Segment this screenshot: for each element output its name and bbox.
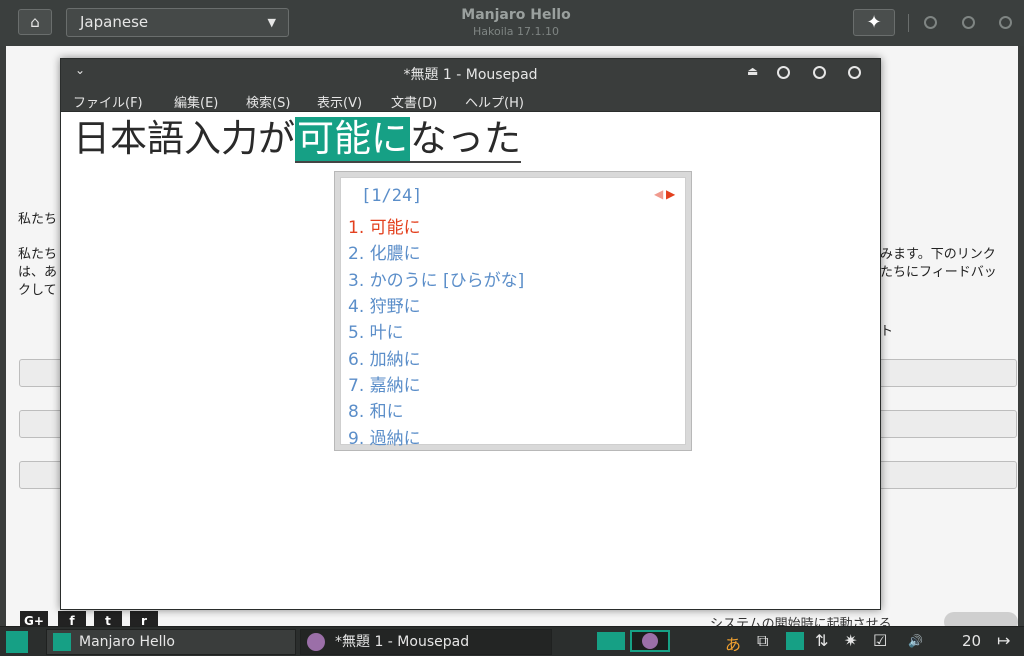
editor-line: 日本語入力が可能になった [73,117,521,163]
text-line: みます。下のリンク [880,247,996,262]
ime-candidate[interactable]: 9. 過納に [348,424,421,449]
maximize-button[interactable] [962,16,975,29]
titlebar-separator [908,14,909,32]
volume-icon[interactable]: 🔊 [908,634,923,648]
taskbar-item-mousepad[interactable]: *無題 1 - Mousepad [300,629,552,655]
settings-icon[interactable]: ✷ [844,631,857,650]
menu-document[interactable]: 文書(D) [391,92,437,111]
next-page-icon[interactable]: ▶ [666,187,675,201]
taskbar: Manjaro Hello *無題 1 - Mousepad あ ⧉ ⇅ ✷ ☑… [0,626,1024,656]
hello-text-fragment: ト [880,324,894,339]
clipboard-icon[interactable]: ⧉ [757,631,768,651]
workspace-1[interactable] [597,632,625,650]
text-line: たちにフィードバッ [880,265,997,280]
window-menu-icon[interactable]: ⌄ [75,63,85,77]
hello-version: Hakoila 17.1.10 [472,25,560,38]
text-line: は、あ [18,265,58,280]
ime-candidate[interactable]: 1. 可能に [348,213,421,238]
manjaro-tray-icon[interactable] [786,632,804,650]
close-button[interactable] [999,16,1012,29]
star-icon[interactable]: ✦ [853,9,895,36]
hello-text-fragment: 私たち [18,212,58,227]
menu-view[interactable]: 表示(V) [317,92,362,111]
preedit-text: なった [410,117,521,163]
hello-text-fragment: みます。下のリンク たちにフィードバッ [880,246,997,282]
ime-candidate[interactable]: 4. 狩野に [348,292,421,317]
taskbar-item-label: Manjaro Hello [79,634,175,650]
ime-candidate-list: [1/24] ◀ ▶ 1. 可能に 2. 化膿に 3. かのうに [ひらがな] … [340,177,686,449]
menu-search[interactable]: 検索(S) [246,92,290,111]
prev-page-icon[interactable]: ◀ [654,187,663,201]
taskbar-item-hello[interactable]: Manjaro Hello [46,629,296,655]
mousepad-icon [642,633,658,649]
language-select-value: Japanese [80,13,149,31]
ime-page-indicator: [1/24] [361,186,423,206]
mousepad-icon [307,633,325,651]
ime-candidate-window: [1/24] ◀ ▶ 1. 可能に 2. 化膿に 3. かのうに [ひらがな] … [334,171,692,451]
home-icon[interactable]: ⌂ [18,9,52,35]
ime-candidate[interactable]: 3. かのうに [ひらがな] [348,266,524,291]
logout-icon[interactable]: ↦ [997,631,1010,650]
minimize-button[interactable] [777,66,790,79]
network-icon[interactable]: ⇅ [815,631,828,650]
hello-text-fragment: 私たち は、あ クして [18,246,57,300]
hello-window-title: Manjaro Hello [461,7,571,23]
shade-icon[interactable]: ⏏ [747,64,758,78]
menu-edit[interactable]: 編集(E) [174,92,218,111]
manjaro-menu-icon[interactable] [6,631,28,653]
manjaro-icon [53,633,71,651]
mousepad-menubar: ファイル(F) 編集(E) 検索(S) 表示(V) 文書(D) ヘルプ(H) [61,87,880,112]
minimize-button[interactable] [924,16,937,29]
maximize-button[interactable] [813,66,826,79]
workspace-2[interactable] [630,630,670,652]
committed-text: 日本語入力が [73,117,295,160]
ime-tray-icon[interactable]: あ [725,631,741,655]
hello-titlebar: ⌂ Japanese ▼ Manjaro Hello Hakoila 17.1.… [0,0,1024,46]
ime-candidate[interactable]: 5. 叶に [348,318,404,343]
close-button[interactable] [848,66,861,79]
menu-help[interactable]: ヘルプ(H) [465,92,524,111]
text-line: クして [18,283,57,298]
ime-candidate[interactable]: 8. 和に [348,397,404,422]
ime-candidate[interactable]: 2. 化膿に [348,239,421,264]
clock[interactable]: 20 [962,632,981,650]
ime-candidate[interactable]: 7. 嘉納に [348,371,421,396]
chevron-down-icon: ▼ [267,16,276,29]
ime-candidate[interactable]: 6. 加納に [348,345,421,370]
taskbar-item-label: *無題 1 - Mousepad [335,634,470,650]
menu-file[interactable]: ファイル(F) [73,92,143,111]
updates-icon[interactable]: ☑ [873,631,887,650]
mousepad-titlebar: *無題 1 - Mousepad ⌄ ⏏ [61,59,880,87]
text-line: 私たち [18,247,58,262]
preedit-selected-segment: 可能に [295,117,410,163]
language-select[interactable]: Japanese ▼ [66,8,289,37]
